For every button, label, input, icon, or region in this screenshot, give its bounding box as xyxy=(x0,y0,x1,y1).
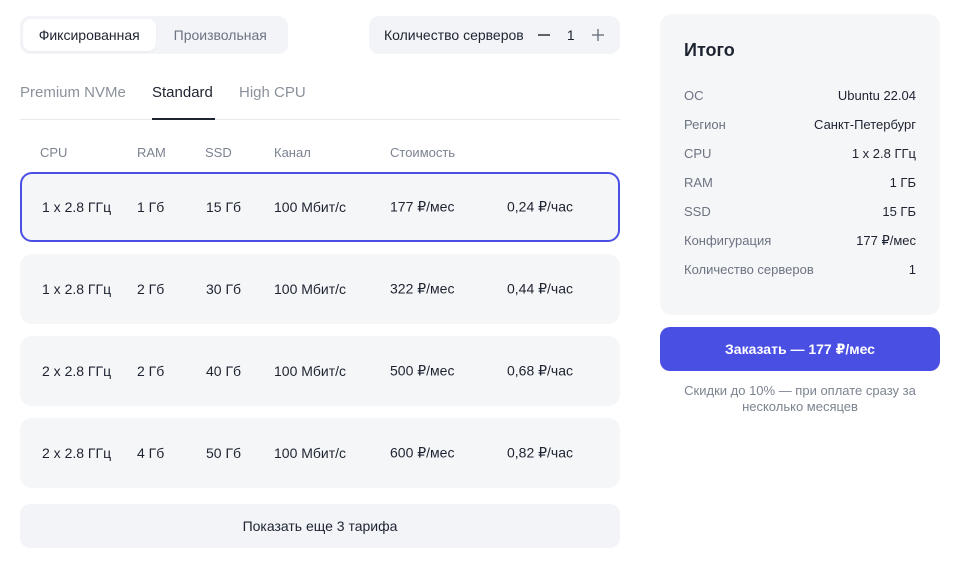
summary-key: Количество серверов xyxy=(684,262,814,277)
row-cpu: 2 x 2.8 ГГц xyxy=(42,363,112,379)
row-ssd: 15 Гб xyxy=(206,199,242,215)
discount-note: Скидки до 10% — при оплате сразу за неск… xyxy=(684,383,916,414)
show-more-button[interactable]: Показать еще 3 тарифа xyxy=(20,504,620,548)
row-monthly-price: 177 ₽/мес xyxy=(390,198,455,215)
summary-value: 1 xyxy=(908,262,916,277)
summary-value: 1 x 2.8 ГГц xyxy=(851,146,916,161)
summary-title: Итого xyxy=(684,40,735,60)
minus-icon xyxy=(537,34,550,36)
tab-premium-nvme[interactable]: Premium NVMe xyxy=(20,84,126,101)
summary-value: Ubuntu 22.04 xyxy=(837,88,916,103)
server-count-value: 1 xyxy=(566,27,575,43)
row-ssd: 40 Гб xyxy=(206,363,242,379)
summary-row-ram: RAM 1 ГБ xyxy=(684,175,916,204)
table-row[interactable]: 2 x 2.8 ГГц 4 Гб 50 Гб 100 Мбит/с 600 ₽/… xyxy=(20,418,620,488)
row-channel: 100 Мбит/с xyxy=(274,363,347,379)
row-hourly-price: 0,82 ₽/час xyxy=(507,444,574,461)
summary-key: ОС xyxy=(684,88,704,103)
summary-key: Регион xyxy=(684,117,726,132)
row-hourly-price: 0,68 ₽/час xyxy=(507,362,574,379)
server-count-label: Количество серверов xyxy=(384,27,524,43)
row-channel: 100 Мбит/с xyxy=(274,199,347,215)
row-cpu: 2 x 2.8 ГГц xyxy=(42,445,112,461)
summary-key: Конфигурация xyxy=(684,233,772,248)
plan-tabs: Premium NVMe Standard High CPU xyxy=(20,70,620,120)
summary-value: 1 ГБ xyxy=(889,175,916,190)
summary-panel: Итого ОС Ubuntu 22.04 Регион Санкт-Петер… xyxy=(660,14,940,315)
summary-row-ssd: SSD 15 ГБ xyxy=(684,204,916,233)
row-cpu: 1 x 2.8 ГГц xyxy=(42,281,112,297)
summary-key: RAM xyxy=(684,175,713,190)
row-hourly-price: 0,44 ₽/час xyxy=(507,280,574,297)
row-ram: 1 Гб xyxy=(137,199,165,215)
summary-value: Санкт-Петербург xyxy=(814,117,916,132)
header-price: Стоимость xyxy=(390,145,456,160)
table-row[interactable]: 1 x 2.8 ГГц 2 Гб 30 Гб 100 Мбит/с 322 ₽/… xyxy=(20,254,620,324)
row-ram: 4 Гб xyxy=(137,445,165,461)
row-cpu: 1 x 2.8 ГГц xyxy=(42,199,112,215)
tab-high-cpu[interactable]: High CPU xyxy=(239,84,306,101)
row-channel: 100 Мбит/с xyxy=(274,445,347,461)
summary-row-server-count: Количество серверов 1 xyxy=(684,262,916,291)
summary-key: SSD xyxy=(684,204,711,219)
active-tab-indicator xyxy=(152,118,215,120)
summary-row-os: ОС Ubuntu 22.04 xyxy=(684,88,916,117)
row-ram: 2 Гб xyxy=(137,281,165,297)
header-channel: Канал xyxy=(274,145,311,160)
mode-fixed-button[interactable]: Фиксированная xyxy=(23,19,156,51)
row-monthly-price: 322 ₽/мес xyxy=(390,280,455,297)
tab-standard[interactable]: Standard xyxy=(152,84,213,101)
row-ssd: 30 Гб xyxy=(206,281,242,297)
row-channel: 100 Мбит/с xyxy=(274,281,347,297)
row-monthly-price: 600 ₽/мес xyxy=(390,444,455,461)
summary-value: 177 ₽/мес xyxy=(856,233,916,248)
summary-row-cpu: CPU 1 x 2.8 ГГц xyxy=(684,146,916,175)
summary-list: ОС Ubuntu 22.04 Регион Санкт-Петербург C… xyxy=(684,88,916,291)
row-hourly-price: 0,24 ₽/час xyxy=(507,198,574,215)
table-row[interactable]: 1 x 2.8 ГГц 1 Гб 15 Гб 100 Мбит/с 177 ₽/… xyxy=(20,172,620,242)
summary-value: 15 ГБ xyxy=(882,204,916,219)
summary-row-configuration: Конфигурация 177 ₽/мес xyxy=(684,233,916,262)
header-ssd: SSD xyxy=(205,145,232,160)
table-row[interactable]: 2 x 2.8 ГГц 2 Гб 40 Гб 100 Мбит/с 500 ₽/… xyxy=(20,336,620,406)
plus-icon xyxy=(591,29,604,41)
summary-key: CPU xyxy=(684,146,712,161)
header-ram: RAM xyxy=(137,145,166,160)
header-cpu: CPU xyxy=(40,145,68,160)
plus-button[interactable] xyxy=(588,25,608,45)
minus-button[interactable] xyxy=(534,25,554,45)
row-monthly-price: 500 ₽/мес xyxy=(390,362,455,379)
mode-custom-button[interactable]: Произвольная xyxy=(156,19,286,51)
order-button[interactable]: Заказать — 177 ₽/мес xyxy=(660,327,940,371)
row-ssd: 50 Гб xyxy=(206,445,242,461)
mode-toggle: Фиксированная Произвольная xyxy=(20,16,288,54)
summary-row-region: Регион Санкт-Петербург xyxy=(684,117,916,146)
server-count-stepper: Количество серверов 1 xyxy=(369,16,620,54)
row-ram: 2 Гб xyxy=(137,363,165,379)
